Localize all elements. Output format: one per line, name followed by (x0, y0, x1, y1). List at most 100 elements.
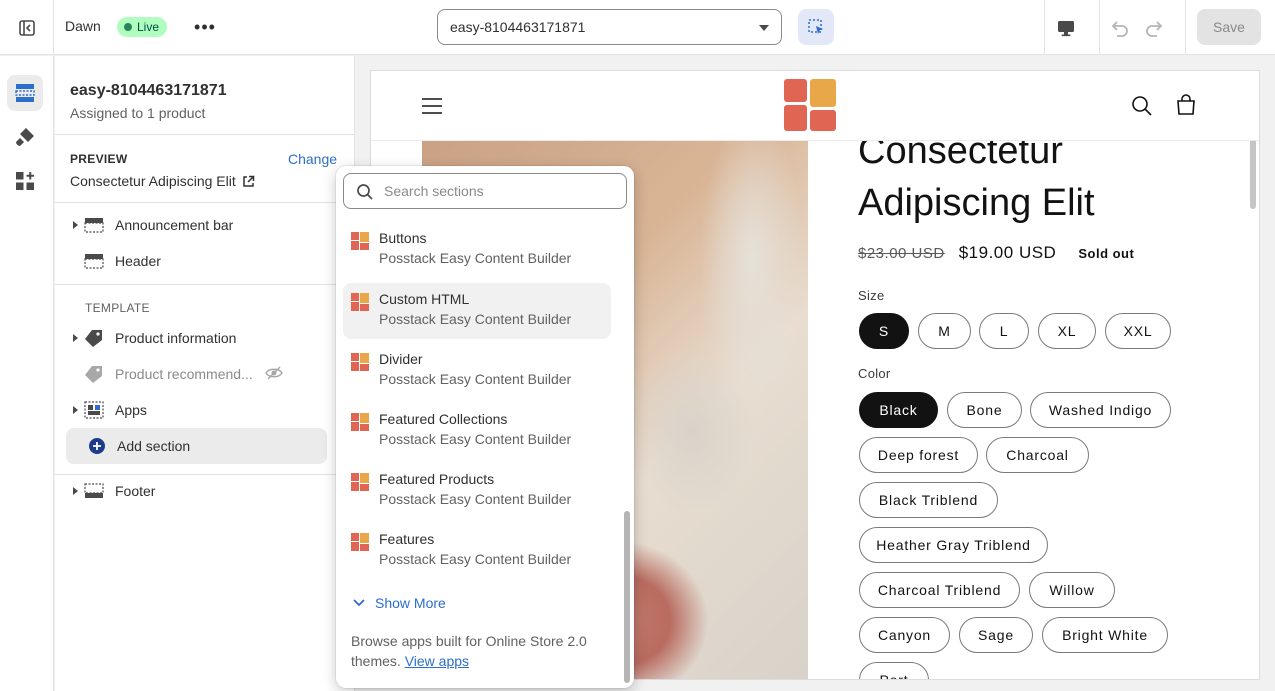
redo-button[interactable] (1137, 0, 1173, 55)
color-option[interactable]: Bright White (1042, 617, 1168, 653)
search-icon[interactable] (1131, 95, 1153, 117)
section-footer[interactable]: Footer (67, 473, 327, 509)
search-icon (357, 184, 373, 200)
cart-icon[interactable] (1174, 93, 1198, 117)
toolbar-divider (1185, 0, 1186, 55)
search-sections-input[interactable] (384, 181, 614, 201)
posstack-logo-icon (351, 473, 369, 491)
expand-triangle-icon[interactable] (67, 406, 83, 414)
size-option[interactable]: XXL (1105, 313, 1171, 349)
view-apps-link[interactable]: View apps (405, 653, 469, 669)
section-option-features[interactable]: Features Posstack Easy Content Builder (343, 523, 611, 579)
tag-icon (83, 364, 105, 384)
desktop-view-button[interactable] (1044, 0, 1086, 55)
chevron-down-icon (759, 25, 769, 31)
size-option[interactable]: S (859, 313, 909, 349)
section-option-name: Buttons (379, 230, 427, 246)
exit-icon (18, 19, 35, 36)
color-option[interactable]: Sage (959, 617, 1033, 653)
section-icon (83, 481, 105, 501)
section-icon (83, 251, 105, 271)
top-bar: Dawn Live ••• easy-8104463171871 Save (0, 0, 1275, 55)
color-option[interactable]: Port (859, 662, 929, 679)
search-sections-field[interactable] (343, 173, 627, 209)
section-option-name: Featured Collections (379, 411, 508, 427)
section-option-vendor: Posstack Easy Content Builder (379, 250, 572, 266)
redo-icon (1146, 20, 1163, 37)
expand-triangle-icon[interactable] (67, 334, 83, 342)
section-option-vendor: Posstack Easy Content Builder (379, 491, 572, 507)
section-list: Buttons Posstack Easy Content Builder Cu… (336, 222, 620, 572)
section-label: Product information (115, 330, 237, 346)
color-option[interactable]: Deep forest (859, 437, 978, 473)
section-option-vendor: Posstack Easy Content Builder (379, 551, 572, 567)
exit-button[interactable] (0, 0, 54, 55)
size-option[interactable]: M (918, 313, 971, 349)
section-option-custom-html[interactable]: Custom HTML Posstack Easy Content Builde… (343, 283, 611, 339)
section-option-featured-collections[interactable]: Featured Collections Posstack Easy Conte… (343, 403, 611, 459)
add-section-button[interactable]: Add section (66, 428, 327, 464)
section-apps[interactable]: Apps (67, 392, 327, 428)
section-product-recommendations[interactable]: Product recommend... (67, 356, 327, 392)
color-option[interactable]: Washed Indigo (1030, 392, 1171, 428)
expand-triangle-icon[interactable] (67, 487, 83, 495)
section-option-name: Custom HTML (379, 291, 470, 307)
size-option[interactable]: L (979, 313, 1029, 349)
more-actions-button[interactable]: ••• (190, 14, 220, 40)
preview-product-link[interactable]: Consectetur Adipiscing Elit (70, 173, 255, 189)
section-icon (83, 215, 105, 235)
rail-theme-settings-button[interactable] (7, 119, 43, 155)
posstack-logo-icon (351, 533, 369, 551)
section-option-vendor: Posstack Easy Content Builder (379, 371, 572, 387)
app-embeds-icon (16, 172, 34, 190)
section-option-featured-products[interactable]: Featured Products Posstack Easy Content … (343, 463, 611, 519)
posstack-logo-icon (351, 413, 369, 431)
section-announcement-bar[interactable]: Announcement bar (67, 207, 327, 243)
rail-app-embeds-button[interactable] (7, 163, 43, 199)
section-option-divider[interactable]: Divider Posstack Easy Content Builder (343, 343, 611, 399)
section-label: Announcement bar (115, 217, 234, 233)
template-group-label: TEMPLATE (85, 301, 150, 315)
color-option[interactable]: Heather Gray Triblend (859, 527, 1048, 563)
hamburger-menu-icon[interactable] (421, 96, 443, 116)
change-preview-link[interactable]: Change (288, 151, 337, 167)
browse-apps-text: Browse apps built for Online Store 2.0 t… (351, 631, 613, 671)
sections-icon (15, 84, 35, 102)
apps-icon (83, 400, 105, 420)
show-more-label: Show More (375, 595, 446, 611)
undo-button[interactable] (1099, 0, 1137, 55)
color-option[interactable]: Charcoal Triblend (859, 572, 1020, 608)
compare-at-price: $23.00 USD (858, 245, 945, 262)
inspector-toggle-button[interactable] (798, 9, 834, 45)
rail-sections-button[interactable] (7, 75, 43, 111)
section-header[interactable]: Header (67, 243, 327, 279)
template-select[interactable]: easy-8104463171871 (437, 9, 782, 45)
show-more-button[interactable]: Show More (353, 595, 446, 611)
store-logo-icon[interactable] (784, 79, 836, 131)
add-section-label: Add section (117, 438, 191, 454)
section-option-name: Featured Products (379, 471, 495, 487)
color-option[interactable]: Canyon (859, 617, 950, 653)
sold-out-badge: Sold out (1078, 246, 1135, 261)
theme-name: Dawn (65, 18, 101, 34)
section-option-vendor: Posstack Easy Content Builder (379, 431, 572, 447)
save-button[interactable]: Save (1197, 9, 1261, 45)
picker-scrollbar-thumb[interactable] (624, 511, 630, 683)
template-assignment: Assigned to 1 product (70, 105, 206, 121)
color-option[interactable]: Black (859, 392, 938, 428)
hidden-eye-icon[interactable] (264, 365, 283, 384)
section-product-information[interactable]: Product information (67, 320, 327, 356)
color-option[interactable]: Bone (947, 392, 1022, 428)
color-option[interactable]: Willow (1029, 572, 1115, 608)
template-select-value: easy-8104463171871 (450, 19, 586, 35)
size-option[interactable]: XL (1038, 313, 1096, 349)
live-status-badge: Live (117, 17, 168, 37)
color-option[interactable]: Charcoal (986, 437, 1089, 473)
store-header (371, 71, 1259, 141)
color-option[interactable]: Black Triblend (859, 482, 998, 518)
section-option-buttons[interactable]: Buttons Posstack Easy Content Builder (343, 222, 611, 278)
preview-product-name: Consectetur Adipiscing Elit (70, 173, 236, 189)
expand-triangle-icon[interactable] (67, 221, 83, 229)
posstack-logo-icon (351, 353, 369, 371)
sale-price: $19.00 USD (958, 243, 1057, 262)
